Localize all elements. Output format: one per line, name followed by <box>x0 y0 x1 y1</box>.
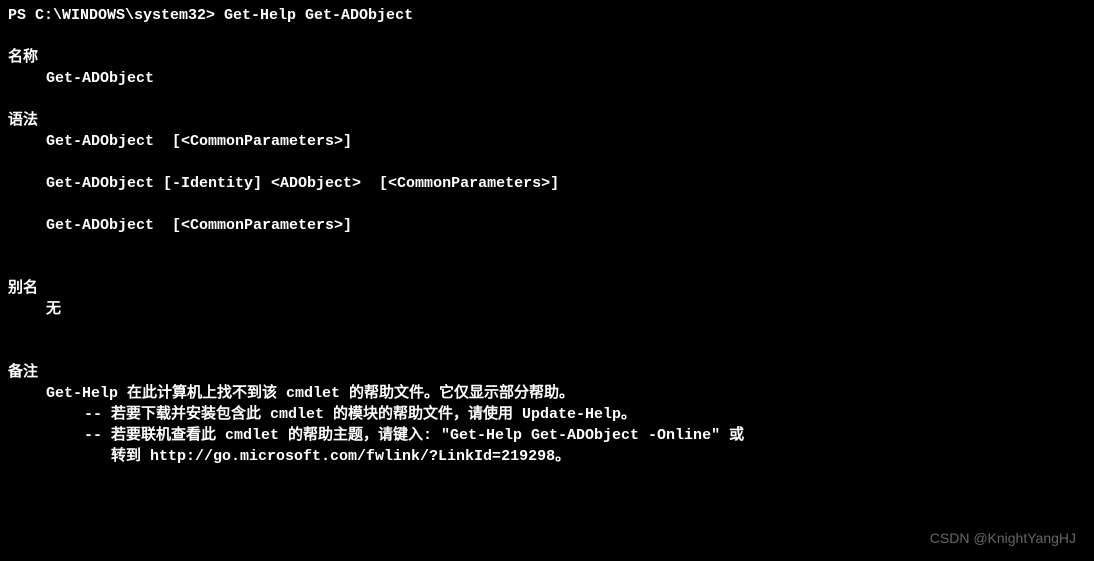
remarks-line-2: -- 若要下载并安装包含此 cmdlet 的模块的帮助文件，请使用 Update… <box>8 404 1086 425</box>
syntax-line-3: Get-ADObject [<CommonParameters>] <box>8 215 1086 236</box>
blank-line <box>8 89 1086 110</box>
remarks-line-3: -- 若要联机查看此 cmdlet 的帮助主题，请键入: "Get-Help G… <box>8 425 1086 446</box>
blank-line <box>8 257 1086 278</box>
section-alias-header: 别名 <box>8 278 1086 299</box>
blank-line <box>8 194 1086 215</box>
blank-line <box>8 236 1086 257</box>
blank-line <box>8 341 1086 362</box>
syntax-line-2: Get-ADObject [-Identity] <ADObject> [<Co… <box>8 173 1086 194</box>
command-prompt-line: PS C:\WINDOWS\system32> Get-Help Get-ADO… <box>8 5 1086 26</box>
remarks-line-1: Get-Help 在此计算机上找不到该 cmdlet 的帮助文件。它仅显示部分帮… <box>8 383 1086 404</box>
blank-line <box>8 26 1086 47</box>
section-syntax-header: 语法 <box>8 110 1086 131</box>
remarks-line-4: 转到 http://go.microsoft.com/fwlink/?LinkI… <box>8 446 1086 467</box>
syntax-line-1: Get-ADObject [<CommonParameters>] <box>8 131 1086 152</box>
cmdlet-name: Get-ADObject <box>8 68 1086 89</box>
watermark-text: CSDN @KnightYangHJ <box>930 529 1076 549</box>
section-remarks-header: 备注 <box>8 362 1086 383</box>
alias-content: 无 <box>8 299 1086 320</box>
section-name-header: 名称 <box>8 47 1086 68</box>
blank-line <box>8 152 1086 173</box>
blank-line <box>8 320 1086 341</box>
